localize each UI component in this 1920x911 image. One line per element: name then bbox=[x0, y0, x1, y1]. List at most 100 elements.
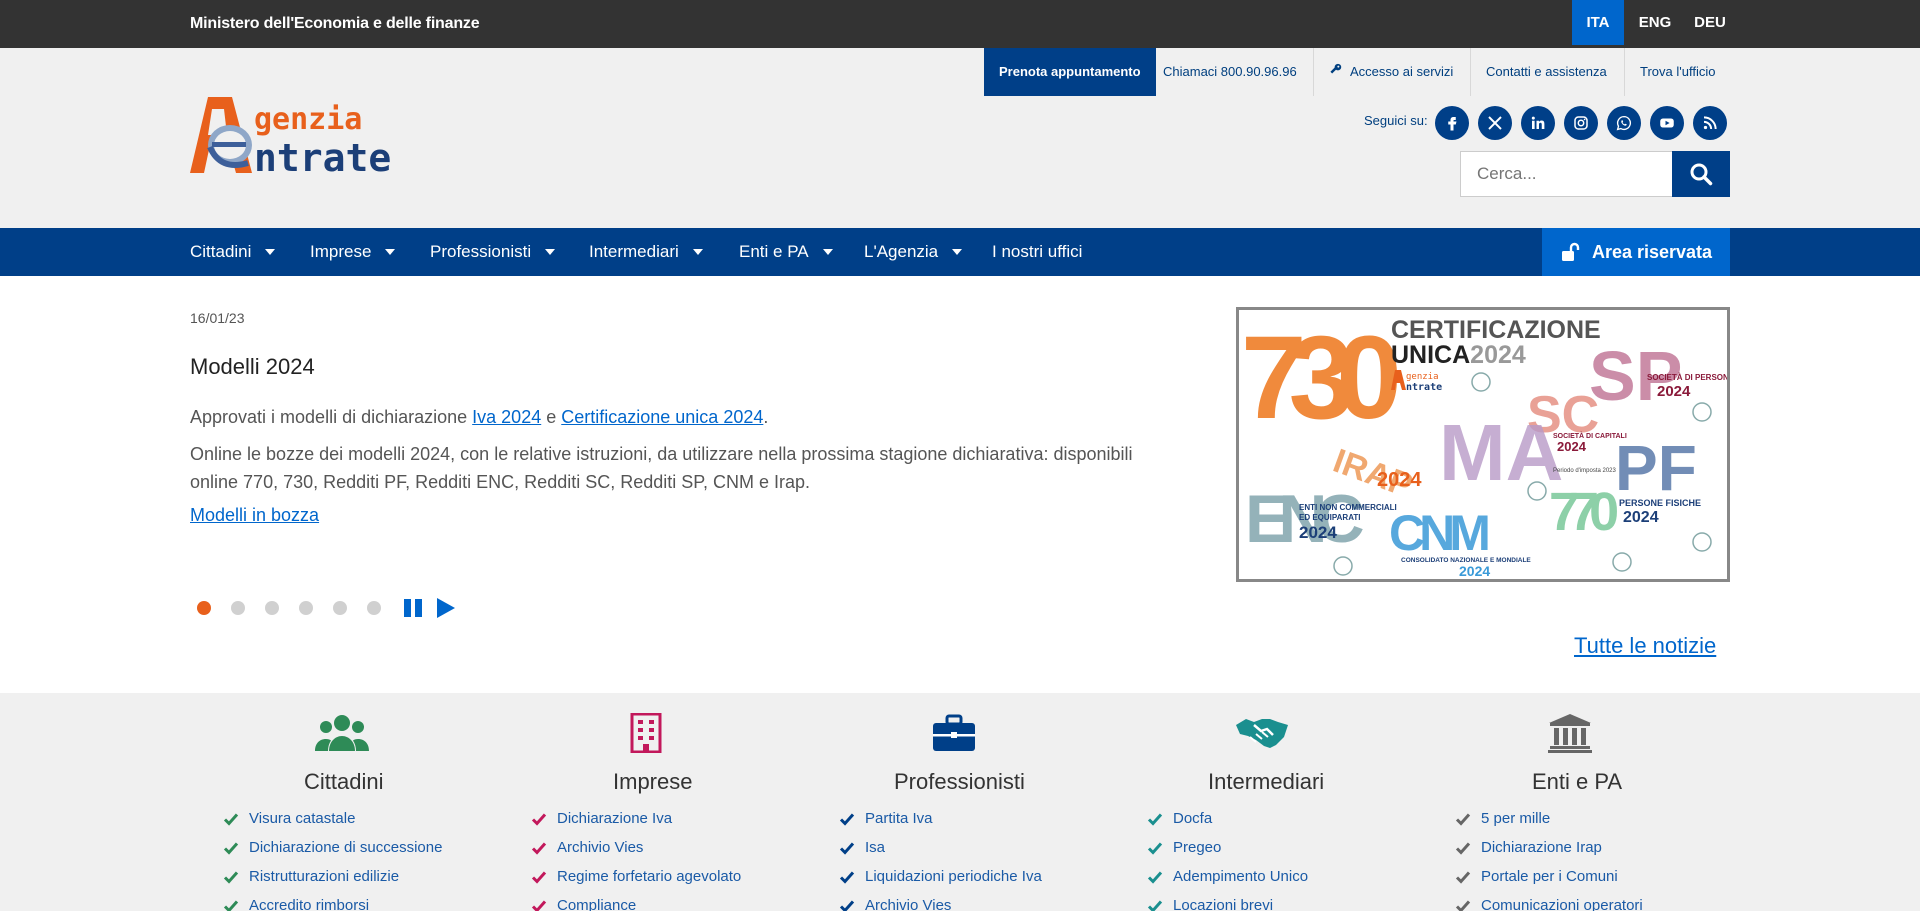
check-icon bbox=[1147, 900, 1163, 911]
promo-cu-year: 2024 bbox=[1470, 341, 1526, 369]
news-p1-prefix: Approvati i modelli di dichiarazione bbox=[190, 407, 473, 427]
certificazione-unica-link[interactable]: Certificazione unica 2024 bbox=[561, 407, 763, 427]
list-item[interactable]: Isa bbox=[839, 839, 1042, 868]
list-item-label: Visura catastale bbox=[249, 810, 356, 827]
caret-down-icon bbox=[545, 248, 556, 255]
list-item-label: Dichiarazione Iva bbox=[557, 810, 673, 827]
list-item[interactable]: Visura catastale bbox=[223, 810, 442, 839]
modelli-2024-promo-image[interactable]: 730 CERTIFICAZIONE UNICA2024 SP SOCIETÀ … bbox=[1236, 307, 1730, 582]
agenzia-entrate-logo[interactable]: genzia ntrate bbox=[190, 95, 445, 180]
list-item[interactable]: Regime forfetario agevolato bbox=[531, 868, 741, 897]
tutte-notizie-link[interactable]: Tutte le notizie bbox=[1574, 633, 1716, 659]
lang-ita[interactable]: ITA bbox=[1572, 0, 1624, 45]
check-icon bbox=[223, 813, 239, 826]
category-links: Docfa Pregeo Adempimento Unico Locazioni… bbox=[1147, 810, 1308, 911]
accesso-servizi-link[interactable]: Accesso ai servizi bbox=[1313, 48, 1468, 96]
category-title[interactable]: Enti e PA bbox=[1532, 769, 1622, 795]
carousel-dot-1[interactable] bbox=[197, 601, 211, 615]
prenota-appuntamento-button[interactable]: Prenota appuntamento bbox=[984, 48, 1156, 96]
ministry-link[interactable]: Ministero dell'Economia e delle finanze bbox=[190, 0, 480, 48]
list-item[interactable]: Portale per i Comuni bbox=[1455, 868, 1643, 897]
carousel-dot-6[interactable] bbox=[367, 601, 381, 615]
youtube-icon[interactable] bbox=[1650, 106, 1684, 140]
list-item[interactable]: Partita Iva bbox=[839, 810, 1042, 839]
linkedin-icon[interactable] bbox=[1521, 106, 1555, 140]
institution-icon bbox=[1540, 713, 1600, 753]
list-item[interactable]: Accredito rimborsi bbox=[223, 897, 442, 911]
list-item[interactable]: Liquidazioni periodiche Iva bbox=[839, 868, 1042, 897]
list-item[interactable]: Compliance bbox=[531, 897, 741, 911]
list-item-label: Compliance bbox=[557, 897, 637, 911]
nav-professionisti[interactable]: Professionisti bbox=[430, 228, 556, 276]
carousel-dot-5[interactable] bbox=[333, 601, 347, 615]
x-icon[interactable] bbox=[1478, 106, 1512, 140]
category-title[interactable]: Intermediari bbox=[1208, 769, 1324, 795]
list-item-label: Liquidazioni periodiche Iva bbox=[865, 868, 1042, 885]
search-button[interactable] bbox=[1672, 151, 1730, 197]
check-icon bbox=[531, 871, 547, 884]
list-item[interactable]: Pregeo bbox=[1147, 839, 1308, 868]
promo-730: 730 bbox=[1241, 312, 1397, 444]
trova-ufficio-link[interactable]: Trova l'ufficio bbox=[1624, 48, 1730, 96]
list-item-label: Locazioni brevi bbox=[1173, 897, 1274, 911]
carousel-dot-2[interactable] bbox=[231, 601, 245, 615]
list-item[interactable]: Dichiarazione Irap bbox=[1455, 839, 1643, 868]
play-icon[interactable] bbox=[437, 598, 455, 618]
search-icon bbox=[1690, 163, 1713, 186]
logo-text-ntrate: ntrate bbox=[254, 136, 391, 175]
check-icon bbox=[1147, 871, 1163, 884]
check-icon bbox=[531, 813, 547, 826]
category-links: Partita Iva Isa Liquidazioni periodiche … bbox=[839, 810, 1042, 911]
list-item[interactable]: Comunicazioni operatori bbox=[1455, 897, 1643, 911]
area-riservata-button[interactable]: Area riservata bbox=[1542, 228, 1730, 276]
nav-professionisti-label: Professionisti bbox=[430, 242, 532, 261]
area-riservata-label: Area riservata bbox=[1591, 241, 1713, 262]
promo-pf-label: PERSONE FISICHE bbox=[1619, 498, 1701, 508]
search-input[interactable] bbox=[1460, 151, 1673, 197]
check-icon bbox=[1455, 813, 1471, 826]
instagram-icon[interactable] bbox=[1564, 106, 1598, 140]
list-item[interactable]: Dichiarazione di successione bbox=[223, 839, 442, 868]
pause-icon[interactable] bbox=[404, 599, 422, 617]
check-icon bbox=[839, 842, 855, 855]
list-item[interactable]: Archivio Vies bbox=[531, 839, 741, 868]
nav-agenzia[interactable]: L'Agenzia bbox=[864, 228, 963, 276]
modelli-bozza-link[interactable]: Modelli in bozza bbox=[190, 505, 319, 526]
nav-enti-pa[interactable]: Enti e PA bbox=[739, 228, 833, 276]
nav-intermediari[interactable]: Intermediari bbox=[589, 228, 703, 276]
nav-cittadini[interactable]: Cittadini bbox=[190, 228, 276, 276]
check-icon bbox=[1455, 871, 1471, 884]
nav-imprese[interactable]: Imprese bbox=[310, 228, 396, 276]
category-title[interactable]: Cittadini bbox=[304, 769, 383, 795]
category-title[interactable]: Imprese bbox=[613, 769, 692, 795]
promo-770: 770 bbox=[1549, 482, 1617, 542]
briefcase-icon bbox=[924, 713, 984, 753]
news-paragraph-2: Online le bozze dei modelli 2024, con le… bbox=[190, 444, 1133, 492]
list-item[interactable]: Dichiarazione Iva bbox=[531, 810, 741, 839]
check-icon bbox=[1455, 842, 1471, 855]
whatsapp-icon[interactable] bbox=[1607, 106, 1641, 140]
list-item[interactable]: 5 per mille bbox=[1455, 810, 1643, 839]
facebook-icon[interactable] bbox=[1435, 106, 1469, 140]
news-p1-suffix: . bbox=[763, 407, 769, 427]
chiamaci-link[interactable]: Chiamaci 800.90.96.96 bbox=[1148, 48, 1312, 96]
carousel-dot-4[interactable] bbox=[299, 601, 313, 615]
nav-nostri-uffici[interactable]: I nostri uffici bbox=[992, 228, 1082, 276]
category-title[interactable]: Professionisti bbox=[894, 769, 1025, 795]
iva-2024-link[interactable]: Iva 2024 bbox=[472, 407, 541, 427]
list-item[interactable]: Locazioni brevi bbox=[1147, 897, 1308, 911]
list-item[interactable]: Docfa bbox=[1147, 810, 1308, 839]
carousel-dot-3[interactable] bbox=[265, 601, 279, 615]
rss-icon[interactable] bbox=[1693, 106, 1727, 140]
promo-enc-year: 2024 bbox=[1299, 523, 1337, 542]
contatti-assistenza-link[interactable]: Contatti e assistenza bbox=[1470, 48, 1622, 96]
category-links: Dichiarazione Iva Archivio Vies Regime f… bbox=[531, 810, 741, 911]
caret-down-icon bbox=[265, 248, 276, 255]
caret-down-icon bbox=[952, 248, 963, 255]
lang-eng[interactable]: ENG bbox=[1629, 0, 1681, 45]
check-icon bbox=[839, 813, 855, 826]
list-item[interactable]: Adempimento Unico bbox=[1147, 868, 1308, 897]
list-item[interactable]: Ristrutturazioni edilizie bbox=[223, 868, 442, 897]
lang-deu[interactable]: DEU bbox=[1684, 0, 1736, 45]
list-item[interactable]: Archivio Vies bbox=[839, 897, 1042, 911]
